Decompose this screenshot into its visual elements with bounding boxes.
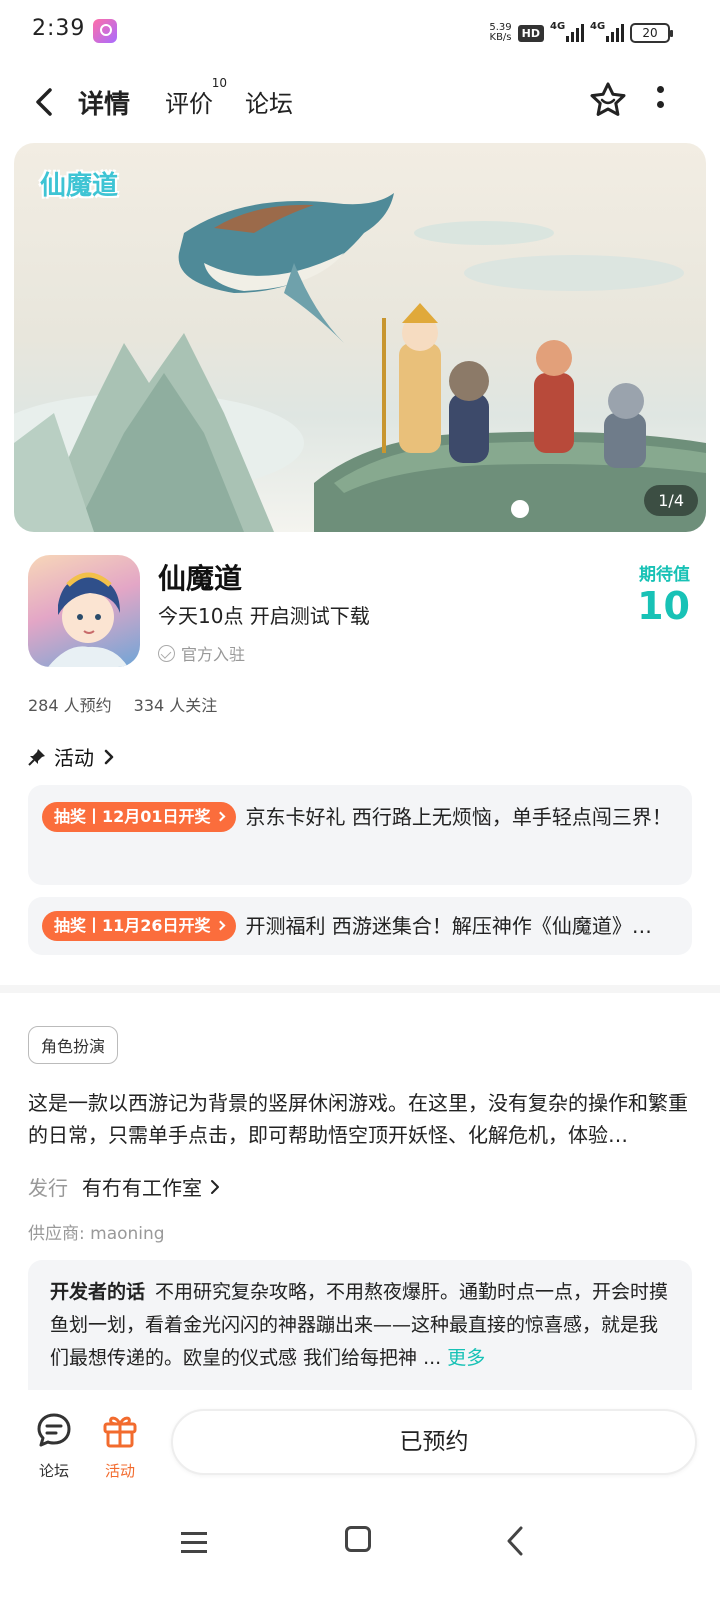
- supplier-info: 供应商: maoning: [28, 1224, 165, 1244]
- activity-card[interactable]: 抽奖丨12月01日开奖 京东卡好礼 西行路上无烦恼，单手轻点闯三界！: [28, 785, 692, 885]
- expectation-score: 期待值 10: [637, 560, 690, 625]
- bottom-action-bar: 论坛 活动 已预约: [0, 1392, 720, 1500]
- activity-text: 开测福利 西游迷集合！解压神作《仙魔道》…: [245, 914, 652, 938]
- activity-card[interactable]: 抽奖丨11月26日开奖 开测福利 西游迷集合！解压神作《仙魔道》…: [28, 897, 692, 955]
- signal-icon: 4G: [590, 21, 624, 42]
- publisher-label: 发行: [28, 1176, 68, 1200]
- signal-icon: 4G: [550, 21, 584, 42]
- bottom-activity-button[interactable]: 活动: [90, 1410, 150, 1481]
- chevron-right-icon: [215, 920, 225, 931]
- game-description[interactable]: 这是一款以西游记为背景的竖屏休闲游戏。在这里，没有复杂的操作和繁重的日常，只需单…: [28, 1087, 692, 1151]
- lottery-tag: 抽奖丨12月01日开奖: [42, 802, 236, 832]
- forum-chat-icon: [37, 1413, 71, 1447]
- status-time: 2:39: [32, 16, 86, 41]
- chevron-right-icon: [104, 749, 114, 764]
- tab-review[interactable]: 评价 10: [165, 76, 227, 119]
- tab-forum-label: 论坛: [245, 90, 293, 118]
- publisher-row[interactable]: 发行 有冇有工作室: [28, 1172, 222, 1201]
- activity-header[interactable]: 活动: [28, 742, 116, 771]
- system-navigation-bar: [0, 1520, 720, 1600]
- battery-icon: 20: [630, 23, 673, 43]
- menu-icon[interactable]: [181, 1526, 221, 1566]
- review-count-badge: 10: [211, 76, 227, 90]
- net-speed-unit: KB/s: [489, 32, 512, 43]
- bottom-forum-label: 论坛: [38, 1462, 69, 1480]
- developer-note-card[interactable]: 开发者的话 不用研究复杂攻略，不用熬夜爆肝。通勤时点一点，开会时摸鱼划一划，看着金…: [28, 1260, 692, 1390]
- back-icon[interactable]: [30, 84, 62, 120]
- star-icon[interactable]: [588, 80, 628, 120]
- more-vertical-icon[interactable]: [655, 86, 665, 116]
- banner-carousel[interactable]: 仙魔道 1/4: [14, 143, 706, 532]
- signal-label: 4G: [550, 21, 566, 32]
- app-icon: [28, 555, 140, 667]
- app-stats: 284 人预约 334 人关注: [28, 692, 217, 716]
- back-nav-icon[interactable]: [503, 1524, 543, 1564]
- publisher-name: 有冇有工作室: [82, 1176, 202, 1200]
- section-divider: [0, 985, 720, 993]
- official-label: 官方入驻: [181, 645, 246, 664]
- carousel-page-indicator: 1/4: [644, 485, 698, 516]
- chevron-right-icon: [211, 1179, 219, 1194]
- tab-review-label: 评价: [165, 90, 213, 118]
- pin-icon: [28, 748, 45, 766]
- status-bar: 2:39 5.39 KB/s HD 4G 4G 20: [0, 0, 720, 64]
- app-name: 仙魔道: [158, 562, 243, 595]
- verified-check-icon: [158, 644, 175, 662]
- expectation-label: 期待值: [639, 565, 690, 585]
- activity-text: 京东卡好礼 西行路上无烦恼，单手轻点闯三界！: [245, 805, 672, 829]
- top-navigation: 详情 评价 10 论坛: [0, 70, 720, 134]
- tab-forum[interactable]: 论坛: [245, 84, 293, 119]
- gift-icon: [103, 1416, 137, 1448]
- lottery-tag-label: 抽奖丨11月26日开奖: [54, 916, 211, 935]
- lottery-tag: 抽奖丨11月26日开奖: [42, 911, 236, 941]
- tab-detail-label: 详情: [78, 90, 131, 120]
- notification-app-icon: [93, 19, 117, 43]
- banner-game-logo: 仙魔道: [40, 171, 119, 201]
- follower-count: 334 人关注: [133, 696, 218, 715]
- activity-header-label: 活动: [54, 746, 94, 770]
- hd-voice-badge: HD: [517, 24, 544, 42]
- expectation-value: 10: [637, 584, 690, 628]
- official-badge: 官方入驻: [158, 641, 245, 665]
- genre-tag[interactable]: 角色扮演: [28, 1026, 119, 1064]
- reservation-count: 284 人预约: [28, 696, 112, 715]
- lottery-tag-label: 抽奖丨12月01日开奖: [54, 807, 211, 826]
- home-icon[interactable]: [345, 1526, 371, 1552]
- app-subtitle: 今天10点 开启测试下载: [158, 604, 370, 628]
- bottom-forum-button[interactable]: 论坛: [24, 1410, 84, 1481]
- reserved-button[interactable]: 已预约: [171, 1409, 697, 1475]
- signal-label: 4G: [590, 21, 606, 32]
- status-indicators: 5.39 KB/s HD 4G 4G 20: [489, 20, 673, 46]
- chevron-right-icon: [215, 811, 225, 822]
- bottom-activity-label: 活动: [104, 1462, 135, 1480]
- more-link[interactable]: 更多: [447, 1347, 485, 1369]
- network-speed: 5.39 KB/s: [489, 23, 511, 43]
- tab-detail[interactable]: 详情: [74, 84, 135, 121]
- developer-note-heading: 开发者的话: [50, 1281, 146, 1303]
